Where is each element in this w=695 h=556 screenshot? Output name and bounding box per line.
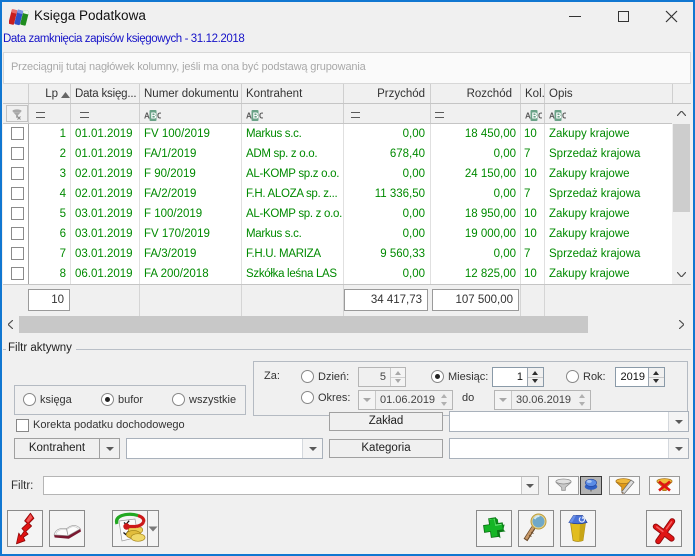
svg-text:A: A [144, 112, 150, 121]
svg-text:C: C [157, 112, 161, 121]
svg-text:C: C [538, 112, 542, 121]
svg-text:C: C [259, 112, 263, 121]
svg-text:B: B [532, 112, 538, 121]
svg-text:A: A [525, 112, 531, 121]
svg-text:B: B [556, 112, 562, 121]
svg-text:A: A [246, 112, 252, 121]
svg-text:C: C [562, 112, 566, 121]
svg-text:B: B [151, 112, 157, 121]
svg-text:B: B [253, 112, 259, 121]
svg-text:A: A [549, 112, 555, 121]
